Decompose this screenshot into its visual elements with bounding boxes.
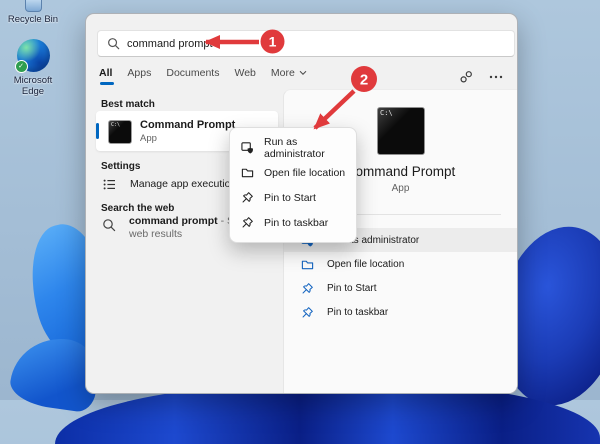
tab-apps[interactable]: Apps [127,67,151,85]
search-window-corner-icons [459,70,503,84]
tab-more[interactable]: More [271,67,307,85]
desktop-icon-recycle-bin[interactable]: Recycle Bin [2,0,64,25]
search-icon [107,37,120,50]
edge-icon: ✓ [17,39,50,72]
ellipsis-icon[interactable] [489,75,503,79]
search-filter-tabs: All Apps Documents Web More [99,67,307,85]
folder-icon [241,166,254,179]
menu-item-run-as-administrator[interactable]: Run as administrator [230,135,356,160]
selection-accent-bar [96,123,99,139]
preview-action-pin-to-taskbar[interactable]: Pin to taskbar [284,300,517,324]
best-match-header: Best match [101,99,155,110]
account-icon[interactable] [459,70,473,84]
pin-icon [301,306,314,319]
recycle-bin-label: Recycle Bin [2,14,64,25]
search-query-text: command prompt [127,38,213,50]
pin-icon [241,216,254,229]
checkmark-badge-icon: ✓ [15,60,28,73]
search-the-web-header: Search the web [101,203,174,214]
desktop-icon-microsoft-edge[interactable]: ✓ Microsoft Edge [2,39,64,97]
edge-label: Microsoft Edge [10,75,56,97]
tab-documents[interactable]: Documents [166,67,219,85]
menu-item-open-file-location[interactable]: Open file location [230,160,356,185]
preview-action-open-file-location[interactable]: Open file location [284,252,517,276]
search-icon [102,218,116,241]
command-prompt-icon-large: C:\ [377,107,425,155]
context-menu: Run as administrator Open file location … [229,127,357,243]
pin-icon [301,282,314,295]
settings-header: Settings [101,161,140,172]
search-window: command prompt All Apps Documents Web Mo… [85,13,518,394]
menu-item-pin-to-taskbar[interactable]: Pin to taskbar [230,210,356,235]
run-as-administrator-icon [241,141,254,154]
tab-web[interactable]: Web [234,67,255,85]
tab-all[interactable]: All [99,67,112,85]
preview-action-pin-to-start[interactable]: Pin to Start [284,276,517,300]
chevron-down-icon [299,70,307,76]
folder-icon [301,258,314,271]
app-execution-alias-icon [102,177,117,192]
best-match-subtitle: App [140,133,157,144]
menu-item-pin-to-start[interactable]: Pin to Start [230,185,356,210]
search-input[interactable]: command prompt [97,30,515,57]
command-prompt-icon: C:\ [108,120,132,144]
recycle-bin-icon [25,0,42,12]
best-match-title: Command Prompt [140,119,235,131]
pin-icon [241,191,254,204]
